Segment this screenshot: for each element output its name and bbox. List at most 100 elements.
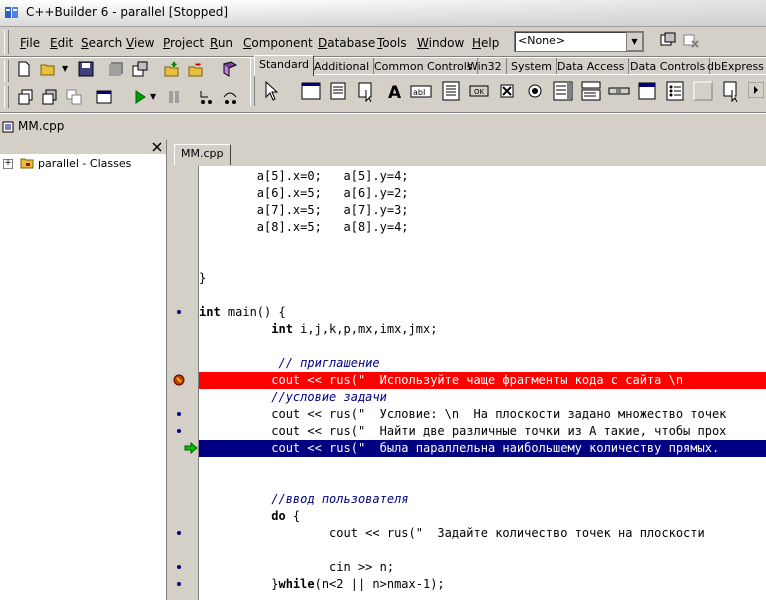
menu-component[interactable]: Component [243, 36, 313, 50]
executable-line-dot[interactable] [177, 565, 181, 569]
new-form-icon[interactable] [96, 89, 112, 105]
menu-tools[interactable]: Tools [377, 36, 407, 50]
chevron-down-icon[interactable]: ▼ [62, 64, 68, 73]
code-line[interactable]: cout << rus(" была параллельна наибольше… [199, 440, 766, 457]
palette-tab-data-controls[interactable]: Data Controls [626, 58, 711, 75]
radiobutton-icon[interactable] [524, 80, 546, 102]
groupbox-icon[interactable] [636, 80, 658, 102]
code-line[interactable]: cout << rus(" Используйте чаще фрагменты… [199, 372, 766, 389]
code-line[interactable]: int main() { [199, 304, 766, 321]
run-icon[interactable] [132, 89, 148, 105]
code-line[interactable]: } [199, 270, 766, 287]
project-file-name[interactable]: MM.cpp [18, 119, 64, 133]
code-line[interactable]: a[8].x=5; a[8].y=4; [199, 219, 766, 236]
toolbar-grip[interactable] [4, 86, 9, 108]
save-icon[interactable] [78, 61, 94, 77]
palette-scroll-right-icon[interactable] [748, 82, 764, 98]
close-icon[interactable] [152, 142, 162, 152]
code-line[interactable] [199, 338, 766, 355]
executable-line-dot[interactable] [177, 412, 181, 416]
code-line[interactable]: cout << rus(" Задайте количество точек н… [199, 525, 766, 542]
code-editor[interactable]: a[5].x=0; a[5].y=4; a[6].x=5; a[6].y=2; … [199, 166, 766, 600]
editor-tab-mm-cpp[interactable]: MM.cpp [174, 144, 231, 165]
palette-tab-dbexpress[interactable]: dbExpress [703, 58, 766, 75]
menu-search[interactable]: Search [81, 36, 122, 50]
checkbox-icon[interactable] [496, 80, 518, 102]
code-line[interactable] [199, 474, 766, 491]
code-line[interactable] [199, 236, 766, 253]
menu-run[interactable]: Run [210, 36, 233, 50]
code-line[interactable]: }while(n<2 || n>nmax-1); [199, 576, 766, 593]
toggle-form-unit-icon[interactable] [66, 89, 82, 105]
pointer-arrow-icon[interactable] [260, 80, 282, 102]
executable-line-dot[interactable] [177, 429, 181, 433]
chevron-down-icon[interactable]: ▼ [150, 92, 156, 101]
code-line[interactable]: //условие задачи [199, 389, 766, 406]
popupmenu-icon[interactable] [356, 80, 378, 102]
code-line[interactable]: a[7].x=5; a[7].y=3; [199, 202, 766, 219]
new-file-icon[interactable] [16, 61, 32, 77]
save-all-icon[interactable] [108, 61, 124, 77]
code-line[interactable]: do { [199, 508, 766, 525]
menu-edit[interactable]: Edit [50, 36, 73, 50]
class-tree-root[interactable]: parallel - Classes [38, 157, 131, 170]
radiogroup-icon[interactable] [664, 80, 686, 102]
listbox-icon[interactable] [552, 80, 574, 102]
desktop-layout-combo[interactable]: <None> ▼ [514, 31, 644, 52]
palette-tab-additional[interactable]: Additional [310, 58, 375, 75]
menu-view[interactable]: View [126, 36, 154, 50]
help-book-icon[interactable] [222, 61, 238, 77]
frames-icon[interactable] [300, 80, 322, 102]
palette-tab-data-access[interactable]: Data Access [553, 58, 630, 75]
palette-tab-common-controls[interactable]: Common Controls [370, 58, 478, 75]
pause-icon[interactable] [166, 89, 182, 105]
expand-plus-icon[interactable]: + [3, 159, 13, 169]
code-line[interactable]: cout << rus(" Найти две различные точки … [199, 423, 766, 440]
palette-tab-win32[interactable]: Win32 [463, 58, 507, 75]
add-to-project-icon[interactable] [164, 61, 180, 77]
palette-tab-system[interactable]: System [507, 58, 558, 75]
combobox-icon[interactable] [580, 80, 602, 102]
code-line[interactable] [199, 287, 766, 304]
actionlist-icon[interactable] [722, 80, 744, 102]
executable-line-dot[interactable] [177, 582, 181, 586]
code-line[interactable]: cout << rus(" Условие: \n На плоскости з… [199, 406, 766, 423]
scrollbar-icon[interactable] [608, 80, 630, 102]
executable-line-dot[interactable] [177, 310, 181, 314]
panel-icon[interactable] [692, 80, 714, 102]
menu-database[interactable]: Database [318, 36, 375, 50]
breakpoint-icon[interactable] [173, 374, 185, 386]
menu-file[interactable]: File [20, 36, 40, 50]
step-over-icon[interactable] [222, 89, 238, 105]
code-line[interactable] [199, 253, 766, 270]
menu-window[interactable]: Window [417, 36, 464, 50]
edit-icon[interactable]: abI [410, 80, 432, 102]
menu-project[interactable]: Project [163, 36, 204, 50]
remove-from-project-icon[interactable] [188, 61, 204, 77]
code-line[interactable]: // приглашение [199, 355, 766, 372]
menubar-grip[interactable] [4, 30, 9, 54]
button-icon[interactable]: OK [468, 80, 490, 102]
code-line[interactable]: int i,j,k,p,mx,imx,jmx; [199, 321, 766, 338]
set-debug-desktop-icon[interactable] [683, 32, 699, 48]
label-icon[interactable]: A [384, 80, 406, 102]
save-desktop-icon[interactable] [660, 32, 676, 48]
view-unit-icon[interactable] [18, 89, 34, 105]
open-project-icon[interactable] [132, 61, 148, 77]
chevron-down-icon[interactable]: ▼ [626, 32, 643, 51]
code-line[interactable]: a[6].x=5; a[6].y=2; [199, 185, 766, 202]
memo-icon[interactable] [440, 80, 462, 102]
menu-help[interactable]: Help [472, 36, 499, 50]
view-form-icon[interactable] [42, 89, 58, 105]
code-line[interactable]: //ввод пользователя [199, 491, 766, 508]
palette-tab-standard[interactable]: Standard [254, 55, 315, 76]
code-line[interactable]: cin >> n; [199, 559, 766, 576]
mainmenu-icon[interactable] [328, 80, 350, 102]
code-line[interactable] [199, 542, 766, 559]
executable-line-dot[interactable] [177, 531, 181, 535]
open-folder-icon[interactable] [40, 61, 56, 77]
toolbar-grip[interactable] [4, 60, 9, 82]
code-line[interactable] [199, 457, 766, 474]
trace-into-icon[interactable] [198, 89, 214, 105]
code-line[interactable]: a[5].x=0; a[5].y=4; [199, 168, 766, 185]
